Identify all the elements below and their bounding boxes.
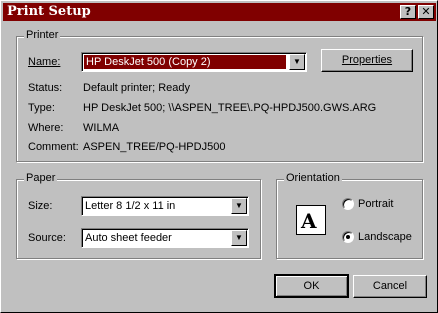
paper-source-select[interactable]: Auto sheet feeder ▼ — [81, 228, 249, 248]
title-bar[interactable]: Print Setup ? ✕ — [3, 3, 436, 21]
ok-button[interactable]: OK — [274, 274, 349, 298]
where-label: Where: — [28, 122, 64, 134]
landscape-label[interactable]: Landscape — [358, 231, 412, 243]
paper-size-select[interactable]: Letter 8 1/2 x 11 in ▼ — [81, 196, 249, 216]
where-value: WILMA — [83, 122, 120, 134]
properties-button-label: Properties — [341, 54, 393, 66]
type-value: HP DeskJet 500; \\ASPEN_TREE\.PQ-HPDJ500… — [83, 102, 377, 114]
cancel-button[interactable]: Cancel — [353, 275, 427, 298]
comment-value: ASPEN_TREE/PQ-HPDJ500 — [83, 141, 226, 153]
properties-button[interactable]: Properties — [321, 49, 413, 72]
ok-button-label: OK — [303, 280, 320, 292]
print-setup-dialog: Print Setup ? ✕ Printer Name: HP DeskJet… — [0, 0, 438, 313]
printer-group-label: Printer — [24, 29, 61, 41]
printer-name-value: HP DeskJet 500 (Copy 2) — [83, 54, 287, 70]
comment-label: Comment: — [28, 141, 79, 153]
source-label: Source: — [28, 232, 66, 244]
paper-size-value: Letter 8 1/2 x 11 in — [85, 200, 176, 212]
window-title: Print Setup — [7, 4, 91, 19]
paper-source-value: Auto sheet feeder — [85, 232, 172, 244]
chevron-down-icon[interactable]: ▼ — [231, 198, 247, 214]
name-label: Name: — [28, 56, 61, 68]
cancel-button-label: Cancel — [372, 280, 408, 292]
status-value: Default printer; Ready — [83, 82, 190, 94]
orientation-letter: A — [301, 209, 317, 233]
orientation-preview-icon: A — [296, 205, 326, 235]
landscape-radio[interactable] — [342, 231, 354, 243]
portrait-label[interactable]: Portrait — [358, 198, 393, 210]
size-label: Size: — [28, 200, 53, 212]
orientation-group-label: Orientation — [284, 172, 342, 184]
status-label: Status: — [28, 82, 63, 94]
radio-selected-dot — [346, 235, 350, 239]
help-button[interactable]: ? — [400, 5, 416, 19]
chevron-down-icon[interactable]: ▼ — [231, 230, 247, 246]
paper-group-label: Paper — [24, 172, 58, 184]
close-button[interactable]: ✕ — [418, 5, 434, 19]
chevron-down-icon[interactable]: ▼ — [289, 54, 305, 70]
portrait-radio[interactable] — [342, 198, 354, 210]
printer-name-select[interactable]: HP DeskJet 500 (Copy 2) ▼ — [81, 52, 307, 72]
type-label: Type: — [28, 102, 55, 114]
